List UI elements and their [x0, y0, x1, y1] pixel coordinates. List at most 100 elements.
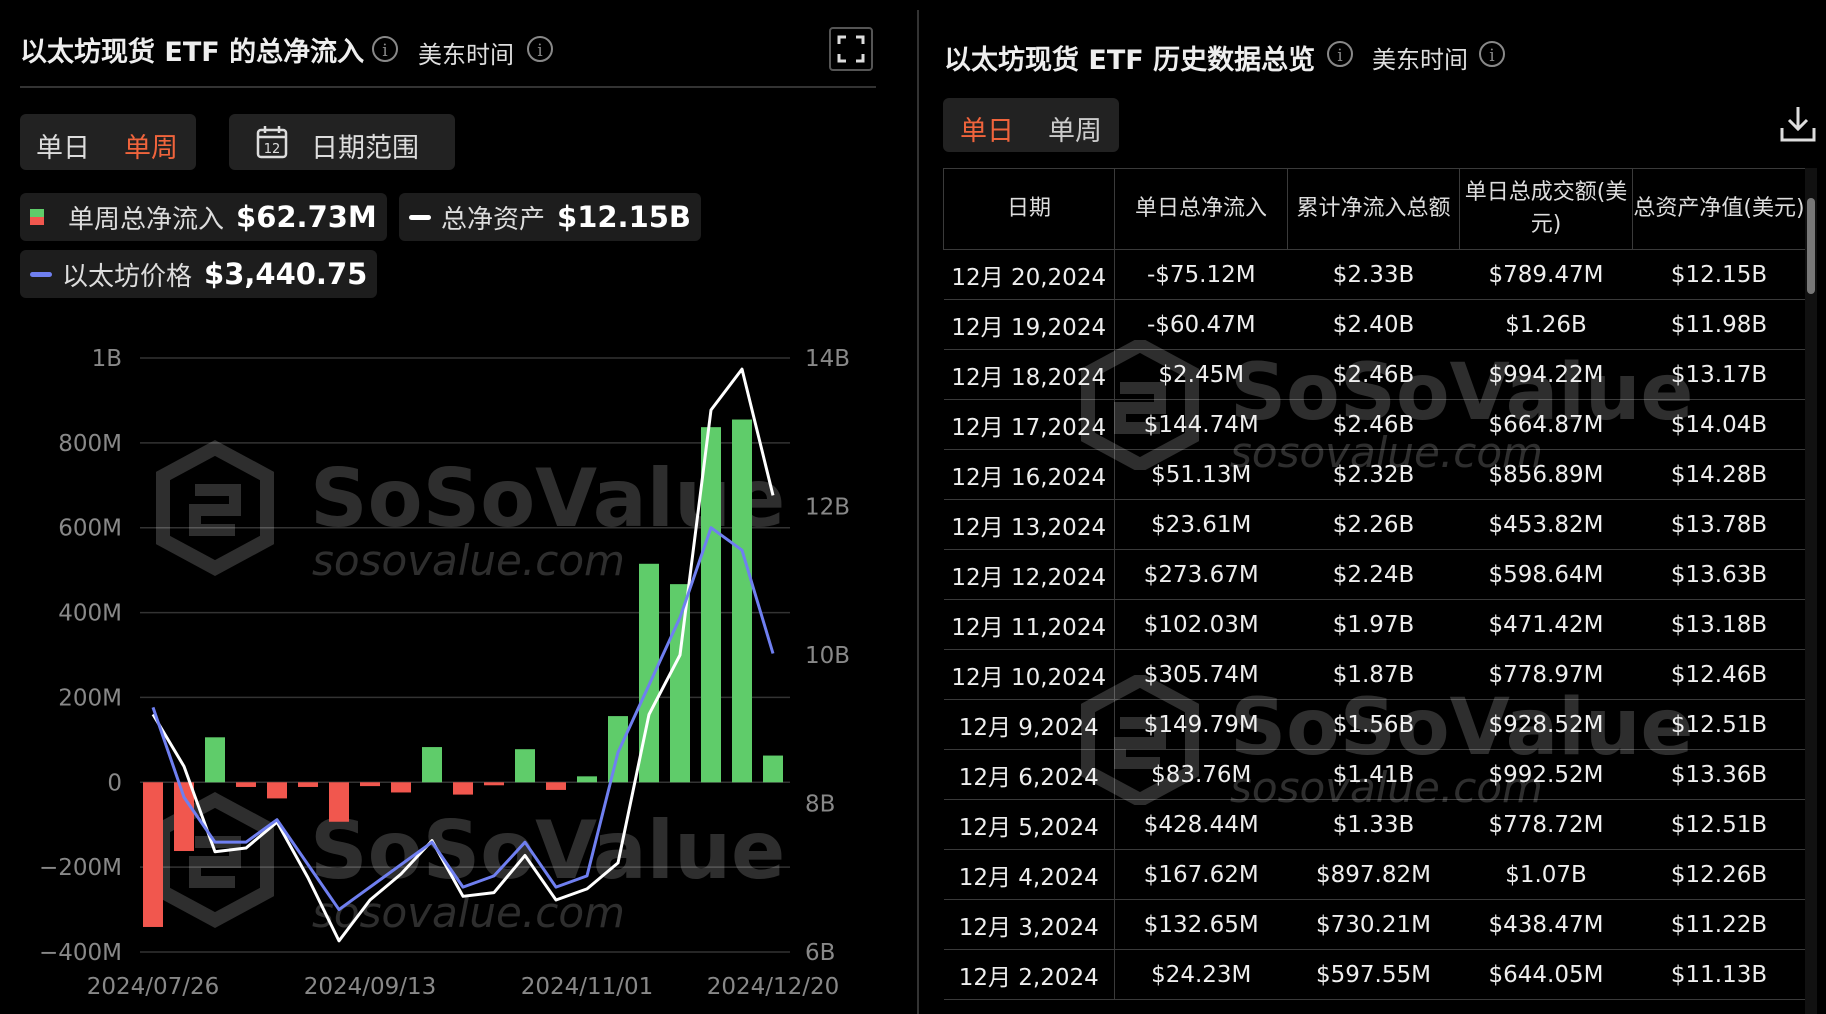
- left-axis-tick: 0: [107, 770, 122, 796]
- info-icon[interactable]: i: [1479, 41, 1505, 67]
- x-axis-tick: 2024/12/20: [707, 974, 840, 1000]
- x-axis-tick: 2024/09/13: [304, 974, 437, 1000]
- column-header-volume[interactable]: 单日总成交额(美元): [1459, 168, 1633, 250]
- cell-daily-net: $132.65M: [1114, 899, 1288, 950]
- table-row[interactable]: 12月 18,2024 $2.45M $2.46B $994.22M $13.17B: [943, 349, 1806, 400]
- table-row[interactable]: 12月 19,2024 -$60.47M $2.40B $1.26B $11.98B: [943, 299, 1806, 350]
- download-icon[interactable]: [1779, 104, 1817, 144]
- info-icon[interactable]: i: [372, 36, 398, 62]
- table-row[interactable]: 12月 11,2024 $102.03M $1.97B $471.42M $13.18B: [943, 599, 1806, 650]
- tab-weekly[interactable]: 单周: [1048, 109, 1102, 148]
- bar[interactable]: [577, 776, 597, 783]
- right-axis-tick: 8B: [805, 792, 835, 818]
- cell-volume: $1.26B: [1459, 299, 1633, 350]
- table-row[interactable]: 12月 12,2024 $273.67M $2.24B $598.64M $13.63B: [943, 549, 1806, 600]
- cell-volume: $992.52M: [1459, 749, 1633, 800]
- table-row[interactable]: 12月 5,2024 $428.44M $1.33B $778.72M $12.51B: [943, 799, 1806, 850]
- legend-weekly-net-label: 单周总净流入: [68, 204, 225, 235]
- table-row[interactable]: 12月 6,2024 $83.76M $1.41B $992.52M $13.36B: [943, 749, 1806, 800]
- cell-cumulative: $1.56B: [1287, 699, 1460, 750]
- table-row[interactable]: 12月 2,2024 $24.23M $597.55M $644.05M $11.13B: [943, 949, 1806, 1000]
- cell-nav: $11.22B: [1632, 899, 1806, 950]
- bar[interactable]: [360, 782, 380, 787]
- bar[interactable]: [484, 782, 504, 786]
- bar[interactable]: [329, 782, 349, 822]
- date-range-button[interactable]: 12 日期范围: [229, 114, 455, 170]
- cell-nav: $11.13B: [1632, 949, 1806, 1000]
- svg-text:sosovalue.com: sosovalue.com: [312, 536, 625, 585]
- legend-total-assets[interactable]: 总净资产 $12.15B: [399, 193, 702, 241]
- cell-nav: $12.46B: [1632, 649, 1806, 700]
- tab-weekly[interactable]: 单周: [124, 126, 178, 165]
- table-row[interactable]: 12月 16,2024 $51.13M $2.32B $856.89M $14.28B: [943, 449, 1806, 500]
- bar[interactable]: [546, 782, 566, 790]
- legend-total-assets-value: $12.15B: [557, 200, 692, 234]
- tab-daily[interactable]: 单日: [36, 126, 90, 165]
- cell-volume: $471.42M: [1459, 599, 1633, 650]
- bar[interactable]: [298, 782, 318, 787]
- tab-daily[interactable]: 单日: [960, 109, 1014, 148]
- cell-volume: $856.89M: [1459, 449, 1633, 500]
- bar[interactable]: [701, 427, 721, 783]
- table-row[interactable]: 12月 9,2024 $149.79M $1.56B $928.52M $12.51B: [943, 699, 1806, 750]
- scrollbar-thumb[interactable]: [1807, 198, 1815, 294]
- column-header-nav[interactable]: 总资产净值(美元): [1632, 168, 1806, 250]
- cell-nav: $12.26B: [1632, 849, 1806, 900]
- cell-nav: $14.28B: [1632, 449, 1806, 500]
- red-green-swatch-icon: [30, 209, 44, 225]
- expand-icon: [837, 35, 865, 63]
- cell-date: 12月 5,2024: [943, 799, 1115, 850]
- bar[interactable]: [763, 755, 783, 783]
- cell-date: 12月 13,2024: [943, 499, 1115, 550]
- svg-text:12: 12: [264, 142, 281, 157]
- info-icon[interactable]: i: [1327, 41, 1353, 67]
- table-row[interactable]: 12月 17,2024 $144.74M $2.46B $664.87M $14.04B: [943, 399, 1806, 450]
- cell-nav: $13.36B: [1632, 749, 1806, 800]
- bar[interactable]: [174, 782, 194, 852]
- cell-cumulative: $1.97B: [1287, 599, 1460, 650]
- date-range-label: 日期范围: [311, 133, 419, 164]
- bar[interactable]: [453, 782, 473, 795]
- table-row[interactable]: 12月 4,2024 $167.62M $897.82M $1.07B $12.26B: [943, 849, 1806, 900]
- bar[interactable]: [236, 782, 256, 787]
- legend-eth-price-value: $3,440.75: [204, 257, 368, 291]
- bar[interactable]: [267, 782, 287, 799]
- bar[interactable]: [391, 782, 411, 793]
- cell-nav: $13.18B: [1632, 599, 1806, 650]
- left-axis-tick: 800M: [58, 431, 122, 457]
- cell-daily-net: $428.44M: [1114, 799, 1288, 850]
- blue-line-swatch-icon: [30, 271, 52, 277]
- svg-text:SoSoValue: SoSoValue: [310, 804, 785, 897]
- table-row[interactable]: 12月 13,2024 $23.61M $2.26B $453.82M $13.78B: [943, 499, 1806, 550]
- right-axis-tick: 12B: [805, 495, 850, 521]
- cell-volume: $438.47M: [1459, 899, 1633, 950]
- period-tabs: 单日 单周: [20, 114, 196, 170]
- cell-nav: $13.78B: [1632, 499, 1806, 550]
- bar[interactable]: [205, 737, 225, 783]
- bar[interactable]: [515, 749, 535, 783]
- legend-weekly-net[interactable]: 单周总净流入 $62.73M: [20, 193, 387, 241]
- table-row[interactable]: 12月 3,2024 $132.65M $730.21M $438.47M $11.22…: [943, 899, 1806, 950]
- fullscreen-icon[interactable]: [829, 27, 873, 71]
- history-tabs: 单日 单周: [943, 98, 1119, 152]
- left-axis-tick: 600M: [58, 516, 122, 542]
- cell-date: 12月 3,2024: [943, 899, 1115, 950]
- bar[interactable]: [732, 419, 752, 783]
- scrollbar-track[interactable]: [1805, 168, 1817, 1014]
- cell-nav: $13.17B: [1632, 349, 1806, 400]
- column-header-date[interactable]: 日期: [943, 168, 1115, 250]
- table-row[interactable]: 12月 10,2024 $305.74M $1.87B $778.97M $12.46B: [943, 649, 1806, 700]
- column-header-daily-net[interactable]: 单日总净流入: [1114, 168, 1288, 250]
- info-icon[interactable]: i: [527, 36, 553, 62]
- legend-eth-price[interactable]: 以太坊价格 $3,440.75: [20, 250, 378, 298]
- table-title: 以太坊现货 ETF 历史数据总览: [944, 45, 1316, 76]
- bar[interactable]: [422, 747, 442, 783]
- cell-daily-net: $167.62M: [1114, 849, 1288, 900]
- bar[interactable]: [143, 782, 163, 927]
- table-row[interactable]: 12月 20,2024 -$75.12M $2.33B $789.47M $12.15B: [943, 249, 1806, 300]
- cell-nav: $13.63B: [1632, 549, 1806, 600]
- cell-volume: $928.52M: [1459, 699, 1633, 750]
- right-axis-tick: 6B: [805, 940, 835, 966]
- column-header-cumulative[interactable]: 累计净流入总额: [1287, 168, 1460, 250]
- cell-cumulative: $1.87B: [1287, 649, 1460, 700]
